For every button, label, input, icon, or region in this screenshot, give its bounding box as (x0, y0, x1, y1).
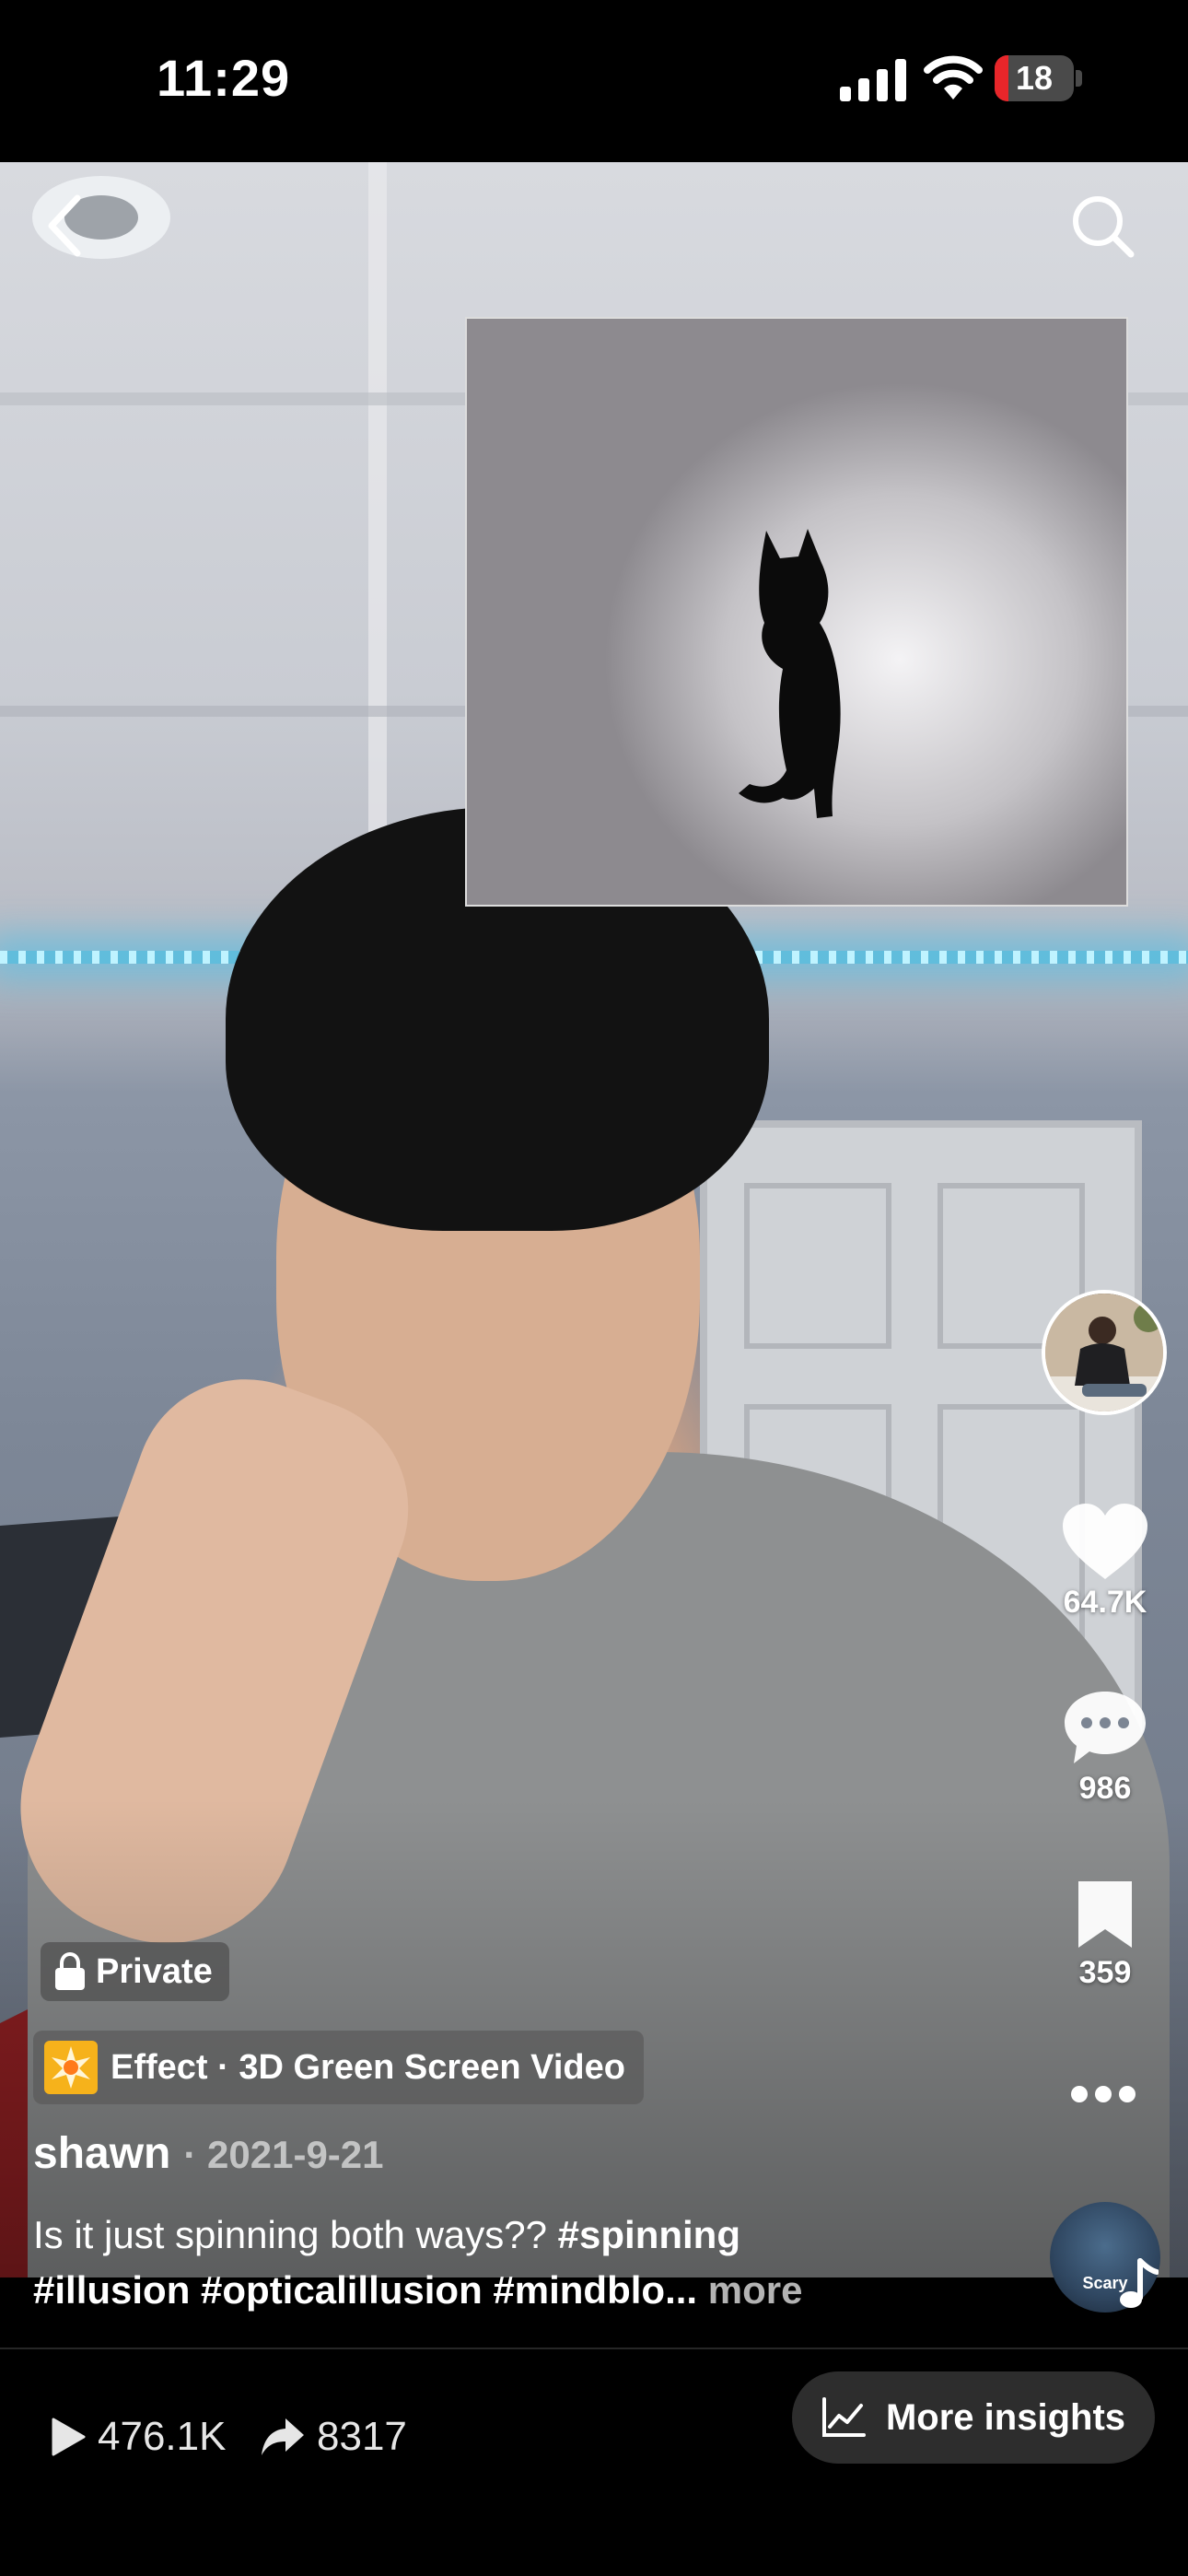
comment-count: 986 (1078, 1771, 1132, 1806)
creator-avatar[interactable] (1042, 1290, 1167, 1415)
wifi-icon (924, 55, 983, 100)
privacy-badge: Private (41, 1942, 229, 2001)
shares-stat: 8317 (260, 2414, 407, 2460)
like-button[interactable]: 64.7K (1031, 1502, 1179, 1621)
view-count: 476.1K (98, 2414, 227, 2459)
ellipsis-icon (1071, 2086, 1136, 2102)
more-insights-label: More insights (885, 2396, 1126, 2438)
analytics-chart-icon (821, 2397, 866, 2437)
post-date: · 2021-9-21 (183, 2133, 384, 2176)
privacy-label: Private (96, 1951, 213, 1991)
save-button[interactable]: 359 (1031, 1878, 1179, 1991)
bottom-stats-bar: 476.1K 8317 More insights (0, 2348, 1188, 2576)
author-line: shawn · 2021-9-21 (33, 2128, 384, 2179)
share-count: 8317 (317, 2414, 407, 2459)
effect-link[interactable]: Effect · 3D Green Screen Video (33, 2031, 644, 2104)
author-name[interactable]: shawn (33, 2128, 170, 2179)
more-options-button[interactable] (1066, 2080, 1140, 2108)
caption-hashtags-line1[interactable]: #spinning (558, 2213, 740, 2256)
status-bar: 11:29 18 (0, 0, 1188, 162)
music-note-icon (1120, 2258, 1159, 2308)
spinning-cat-silhouette (739, 529, 841, 818)
chevron-left-icon (48, 194, 81, 257)
heart-icon (1063, 1504, 1147, 1579)
effect-label: Effect · 3D Green Screen Video (111, 2047, 625, 2087)
battery-level: 18 (1015, 59, 1054, 97)
caption-more-link[interactable]: more (697, 2268, 803, 2312)
play-icon (52, 2418, 86, 2456)
green-screen-inset (465, 317, 1128, 907)
comment-button[interactable]: 986 (1031, 1688, 1179, 1807)
back-button[interactable] (37, 189, 92, 263)
post-caption: Is it just spinning both ways?? #spinnin… (33, 2207, 1028, 2318)
search-button[interactable] (1068, 192, 1136, 260)
like-count: 64.7K (1063, 1585, 1147, 1620)
comment-icon (1065, 1692, 1146, 1763)
share-arrow-icon (262, 2418, 304, 2455)
search-icon (1073, 196, 1135, 258)
save-count: 359 (1078, 1955, 1132, 1990)
battery-indicator: 18 (995, 55, 1083, 101)
views-stat: 476.1K (50, 2414, 226, 2460)
sparkle-icon (44, 2041, 98, 2094)
status-time: 11:29 (157, 49, 291, 107)
lock-icon (55, 1952, 85, 1990)
caption-hashtags-line2[interactable]: #illusion #opticalillusion #mindblo... (33, 2268, 697, 2312)
bookmark-icon (1078, 1881, 1132, 1948)
cellular-signal-icon (840, 59, 906, 101)
caption-text: Is it just spinning both ways?? (33, 2213, 558, 2256)
more-insights-button[interactable]: More insights (792, 2371, 1155, 2464)
video-post-screen: 11:29 18 64.7K 986 359 Scary Private Eff… (0, 0, 1188, 2576)
